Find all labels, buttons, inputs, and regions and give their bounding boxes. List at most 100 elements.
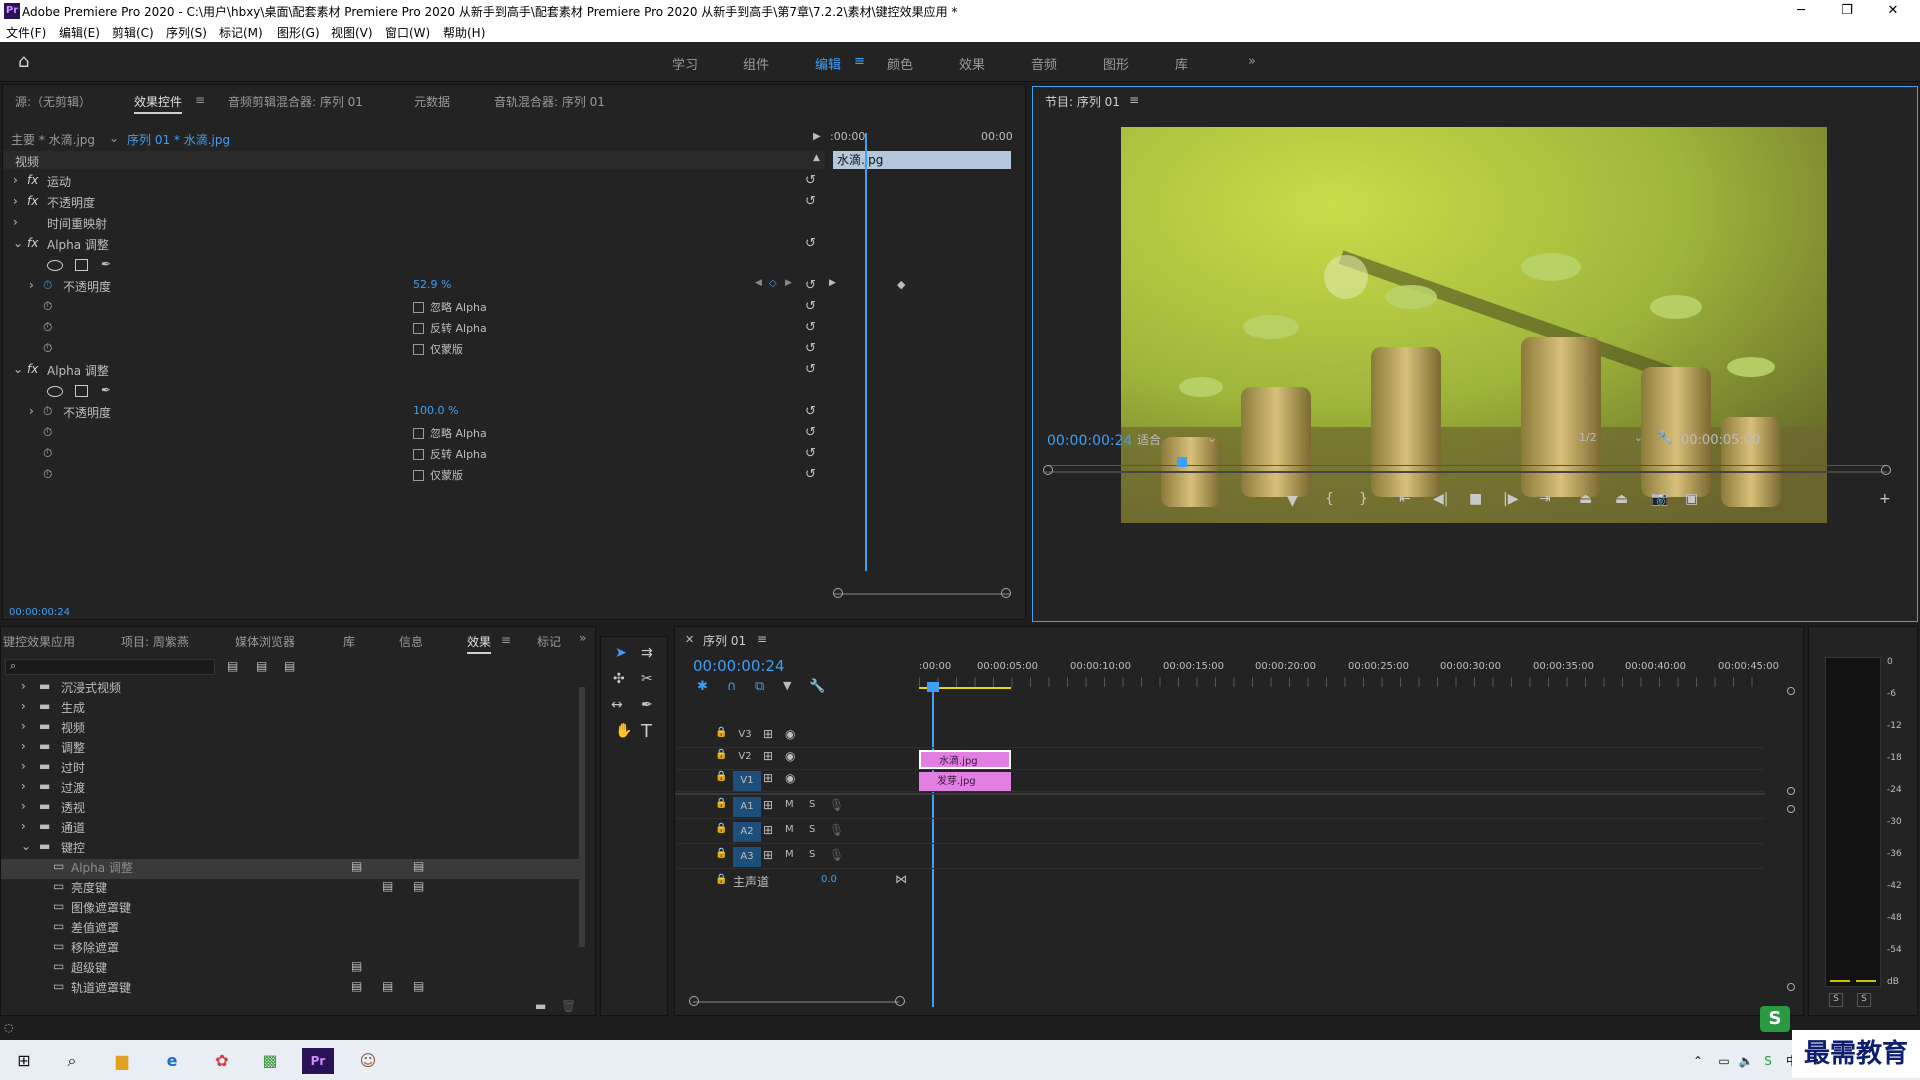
menu-help[interactable]: 帮助(H) [443,24,485,41]
tab-metadata[interactable]: 元数据 [414,93,450,110]
stopwatch-icon[interactable]: ⏱ [43,278,52,293]
reset-icon[interactable]: ↺ [805,467,816,482]
new-bin-icon[interactable]: ▬ [535,999,546,1013]
menu-window[interactable]: 窗口(W) [385,24,430,41]
tab-markers[interactable]: 标记 [537,633,561,650]
stopwatch-icon[interactable]: ⏱ [43,320,52,335]
folder-immersive[interactable]: › ▬ 沉浸式视频 [1,679,581,699]
rectangle-mask-icon[interactable] [75,385,88,397]
effect-row-alpha-adjust-2[interactable]: ⌄ fx Alpha 调整 ↺ [3,362,825,382]
folder-transition[interactable]: › ▬ 过渡 [1,779,581,799]
reset-icon[interactable]: ↺ [805,446,816,461]
track-a1[interactable]: 🔒 A1 ⊞ M S 🎙 [675,795,1765,819]
reset-icon[interactable]: ↺ [805,320,816,335]
close-icon[interactable]: ✕ [685,633,694,646]
sync-lock-icon[interactable]: ⊞ [763,771,773,785]
tab-menu-icon[interactable]: ≡ [501,633,511,647]
master-bowtie-icon[interactable]: ⋈ [895,872,907,886]
minimize-button[interactable]: ─ [1778,0,1824,22]
windows-start-icon[interactable]: ⊞ [8,1048,40,1074]
track-label-selected[interactable]: A1 [733,797,761,817]
premiere-taskbar-icon[interactable]: Pr [302,1048,334,1074]
eye-icon[interactable]: ◉ [785,749,795,763]
reset-icon[interactable]: ↺ [805,341,816,356]
lock-icon[interactable]: 🔒 [715,874,727,885]
master-volume[interactable]: 0.0 [821,874,837,885]
accelerated-effects-icon[interactable]: ▤ [227,659,238,673]
lock-icon[interactable]: 🔒 [715,727,727,738]
ignore-alpha-checkbox[interactable]: 忽略 Alpha [413,425,487,441]
panel-menu-icon[interactable]: ≡ [1129,93,1139,107]
workspace-audio[interactable]: 音频 [1031,54,1057,73]
eye-icon[interactable]: ◉ [785,771,795,785]
alpha1-ignore-row[interactable]: ⏱ 忽略 Alpha ↺ [3,299,825,319]
photos-app-icon[interactable]: ▩ [254,1048,286,1074]
reset-icon[interactable]: ↺ [805,278,816,293]
go-to-in-icon[interactable]: ⇤ [1399,491,1411,507]
zoom-handle-left[interactable] [833,588,843,598]
alpha1-invert-row[interactable]: ⏱ 反转 Alpha ↺ [3,320,825,340]
tab-libraries[interactable]: 库 [343,633,355,650]
extract-icon[interactable]: ⏏ [1615,491,1628,507]
stopwatch-icon[interactable]: ⏱ [43,425,52,440]
pen-tool-icon[interactable]: ✒ [641,697,653,713]
microphone-icon[interactable]: 🎙 [829,823,844,837]
reset-icon[interactable]: ↺ [805,299,816,314]
reset-icon[interactable]: ↺ [805,173,816,188]
fx-badge-icon[interactable]: fx [27,173,38,187]
program-ruler[interactable] [1047,465,1887,466]
expand-chevron-icon[interactable]: › [29,404,34,418]
hand-tool-icon[interactable]: ✋ [615,723,632,739]
invert-alpha-checkbox[interactable]: 反转 Alpha [413,446,487,462]
track-label-selected[interactable]: A2 [733,822,761,842]
ec-current-time[interactable]: 00:00:00:24 [9,607,70,618]
resolution-dropdown[interactable]: 1/2 ⌄ [1579,431,1643,449]
selection-tool-icon[interactable]: ➤ [615,645,627,661]
rectangle-mask-icon[interactable] [75,259,88,271]
ec-playhead[interactable] [865,133,867,571]
expand-chevron-icon[interactable]: › [13,215,18,229]
track-master[interactable]: 🔒 主声道 0.0 ⋈ [675,871,1765,893]
workspace-editing[interactable]: 编辑 [815,54,841,73]
lock-icon[interactable]: 🔒 [715,771,727,782]
track-v1[interactable]: 🔒 V1 ⊞ ◉ 发芽.jpg [675,771,1765,792]
expand-chevron-icon[interactable]: › [13,173,18,187]
track-a2[interactable]: 🔒 A2 ⊞ M S 🎙 [675,820,1765,844]
pen-mask-icon[interactable]: ✒ [101,383,111,397]
yuv-effects-icon[interactable]: ▤ [284,659,295,673]
track-label[interactable]: V3 [733,729,757,745]
file-explorer-icon[interactable]: ▆ [106,1048,138,1074]
track-label[interactable]: V2 [733,751,757,767]
stopwatch-icon[interactable]: ⏱ [43,341,52,356]
workspace-graphics[interactable]: 图形 [1103,54,1129,73]
program-playhead[interactable] [1177,457,1187,467]
workspace-assembly[interactable]: 组件 [743,54,769,73]
mute-button[interactable]: M [785,824,794,835]
workspace-color[interactable]: 颜色 [887,54,913,73]
mute-button[interactable]: M [785,849,794,860]
keyframe-diamond-icon[interactable]: ◆ [897,278,905,291]
mark-in-icon[interactable]: { [1325,491,1334,507]
prev-keyframe-icon[interactable]: ◀ [755,278,762,288]
effect-luma-key[interactable]: ▭ 亮度键 ▤ ▤ [1,879,581,899]
clip-v1[interactable]: 发芽.jpg [919,772,1011,791]
alpha2-ignore-row[interactable]: ⏱ 忽略 Alpha ↺ [3,425,825,445]
solo-left-button[interactable]: S [1829,993,1843,1007]
step-back-icon[interactable]: ◀| [1433,491,1448,507]
effects-search-input[interactable]: ⌕ [5,659,215,675]
tab-audio-clip-mixer[interactable]: 音频剪辑混合器: 序列 01 [228,93,363,110]
collapse-chevron-icon[interactable]: ⌄ [13,236,23,250]
folder-obsolete[interactable]: › ▬ 过时 [1,759,581,779]
linked-selection-icon[interactable]: ⧉ [755,679,764,694]
add-marker-icon[interactable]: ▼ [783,679,791,692]
sync-lock-icon[interactable]: ⊞ [763,798,773,812]
tab-effects[interactable]: 效果 [467,633,492,654]
scroll-handle-right[interactable] [1881,465,1891,475]
solo-button[interactable]: S [809,824,815,835]
workspace-menu-icon[interactable]: ≡ [854,54,865,69]
opacity-value[interactable]: 52.9 % [413,278,451,291]
reset-icon[interactable]: ↺ [805,404,816,419]
wrench-icon[interactable]: 🔧 [809,679,825,694]
sync-lock-icon[interactable]: ⊞ [763,848,773,862]
export-frame-icon[interactable]: 📷 [1651,491,1668,507]
